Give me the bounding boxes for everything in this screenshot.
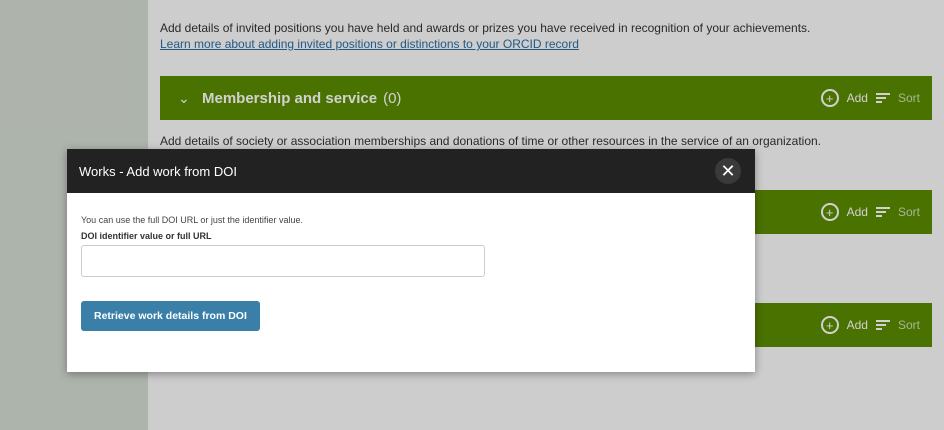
- modal-header: Works - Add work from DOI ✕: [67, 149, 755, 193]
- add-work-doi-modal: Works - Add work from DOI ✕ You can use …: [67, 149, 755, 372]
- doi-field-label: DOI identifier value or full URL: [81, 231, 212, 241]
- close-icon[interactable]: ✕: [715, 158, 741, 184]
- modal-body: You can use the full DOI URL or just the…: [67, 193, 755, 331]
- modal-title: Works - Add work from DOI: [79, 163, 237, 179]
- doi-hint: You can use the full DOI URL or just the…: [81, 215, 303, 225]
- doi-input[interactable]: [81, 245, 485, 277]
- retrieve-work-button[interactable]: Retrieve work details from DOI: [81, 301, 260, 331]
